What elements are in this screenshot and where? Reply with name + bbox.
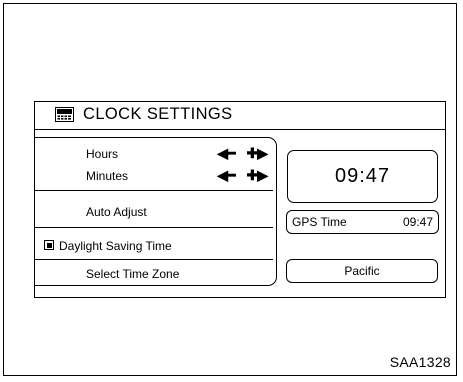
minutes-decrease-button[interactable]: ◀━ [217,167,235,184]
menu-item-hours[interactable]: Hours ◀━ ✚▶ [35,144,277,164]
daylight-saving-indicator[interactable] [44,240,54,250]
hours-decrease-button[interactable]: ◀━ [217,145,235,162]
minutes-increase-button[interactable]: ✚▶ [247,167,268,184]
clock-settings-icon [55,107,74,122]
current-time-value: 09:47 [334,165,391,187]
menu-item-select-time-zone[interactable]: Select Time Zone [35,264,277,284]
clock-settings-screen: CLOCK SETTINGS Hours ◀━ ✚▶ Minutes ◀━ ✚▶ A… [34,101,446,298]
menu-item-minutes[interactable]: Minutes ◀━ ✚▶ [35,166,277,186]
minutes-label: Minutes [86,169,129,183]
hours-adjust: ◀━ ✚▶ [217,145,268,162]
current-time-display: 09:47 [287,150,438,203]
menu-divider [35,259,273,260]
time-zone-button[interactable]: Pacific [286,259,438,283]
select-time-zone-label: Select Time Zone [86,267,180,281]
settings-menu: Hours ◀━ ✚▶ Minutes ◀━ ✚▶ Auto Adjust Da… [35,137,277,286]
gps-time-label: GPS Time [292,215,347,229]
screen-title: CLOCK SETTINGS [83,105,233,123]
menu-divider [35,227,273,228]
daylight-saving-on-dot [46,242,52,248]
gps-time-display: GPS Time 09:47 [286,210,439,234]
figure-frame: CLOCK SETTINGS Hours ◀━ ✚▶ Minutes ◀━ ✚▶ A… [3,3,457,376]
figure-code: SAA1328 [389,354,451,370]
time-zone-value: Pacific [344,264,380,278]
menu-item-auto-adjust[interactable]: Auto Adjust [35,202,277,222]
minutes-adjust: ◀━ ✚▶ [217,167,268,184]
hours-label: Hours [86,147,119,161]
daylight-saving-label: Daylight Saving Time [59,239,172,253]
gps-time-value: 09:47 [402,215,433,229]
hours-increase-button[interactable]: ✚▶ [247,145,268,162]
menu-item-daylight-saving[interactable]: Daylight Saving Time [35,236,277,256]
title-bar: CLOCK SETTINGS [35,102,445,130]
menu-divider [35,190,273,191]
auto-adjust-label: Auto Adjust [86,205,147,219]
